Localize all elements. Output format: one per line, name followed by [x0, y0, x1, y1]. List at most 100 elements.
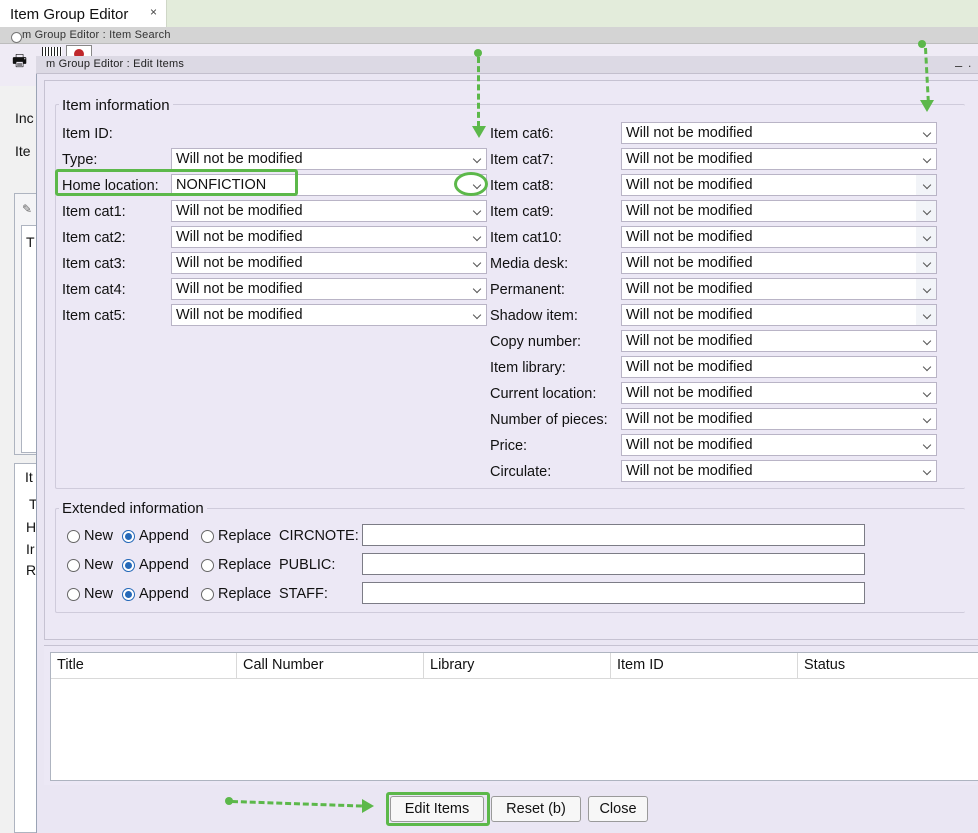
staff-new-radio[interactable] [67, 588, 80, 601]
item-cat6-select[interactable]: Will not be modified [621, 122, 937, 144]
number-of-pieces-select[interactable]: Will not be modified [621, 408, 937, 430]
chevron-down-icon[interactable] [922, 388, 932, 398]
item-cat1-value: Will not be modified [176, 203, 303, 219]
chevron-down-icon[interactable] [472, 206, 482, 216]
chevron-down-icon[interactable] [922, 362, 932, 372]
media-desk-value: Will not be modified [626, 255, 753, 271]
close-button[interactable]: Close [588, 796, 648, 822]
shadow-item-select[interactable]: Will not be modified [621, 304, 937, 326]
minimize-icon[interactable]: – [955, 58, 962, 73]
item-cat10-select[interactable]: Will not be modified [621, 226, 937, 248]
shadow-item-label: Shadow item: [490, 308, 578, 324]
background-partial-label: It [25, 469, 33, 485]
item-information-title: Item information [59, 97, 173, 114]
column-header-call-number[interactable]: Call Number [237, 653, 424, 679]
permanent-select[interactable]: Will not be modified [621, 278, 937, 300]
staff-append-label[interactable]: Append [139, 585, 189, 603]
public-replace-label[interactable]: Replace [218, 556, 271, 574]
circulate-select[interactable]: Will not be modified [621, 460, 937, 482]
item-cat8-value: Will not be modified [626, 177, 753, 193]
public-new-radio[interactable] [67, 559, 80, 572]
circulate-value: Will not be modified [626, 463, 753, 479]
item-cat8-label: Item cat8: [490, 178, 554, 194]
item-id-label: Item ID: [62, 126, 113, 142]
type-value: Will not be modified [176, 151, 303, 167]
dialog-title: m Group Editor : Edit Items [46, 58, 185, 70]
circnote-input[interactable] [362, 524, 865, 546]
public-append-radio[interactable] [122, 559, 135, 572]
circnote-append-radio[interactable] [122, 530, 135, 543]
background-window-title: m Group Editor : Item Search [22, 29, 171, 41]
price-value: Will not be modified [626, 437, 753, 453]
public-append-label[interactable]: Append [139, 556, 189, 574]
column-header-title[interactable]: Title [51, 653, 237, 679]
chevron-down-icon[interactable] [472, 284, 482, 294]
item-cat1-select[interactable]: Will not be modified [171, 200, 487, 222]
circnote-replace-label[interactable]: Replace [218, 527, 271, 545]
column-header-status[interactable]: Status [798, 653, 978, 679]
copy-number-value: Will not be modified [626, 333, 753, 349]
item-cat4-select[interactable]: Will not be modified [171, 278, 487, 300]
item-cat9-value: Will not be modified [626, 203, 753, 219]
annotation-dot [474, 49, 482, 57]
annotation-arrow-down [472, 126, 486, 138]
item-cat2-label: Item cat2: [62, 230, 126, 246]
staff-input[interactable] [362, 582, 865, 604]
staff-append-radio[interactable] [122, 588, 135, 601]
chevron-down-icon[interactable] [472, 310, 482, 320]
item-cat7-value: Will not be modified [626, 151, 753, 167]
item-cat8-select[interactable]: Will not be modified [621, 174, 937, 196]
circnote-new-radio[interactable] [67, 530, 80, 543]
annotation-dot [918, 40, 926, 48]
item-cat2-select[interactable]: Will not be modified [171, 226, 487, 248]
chevron-down-icon[interactable] [922, 128, 932, 138]
tab-close-icon[interactable]: × [150, 5, 157, 19]
window-dot-icon[interactable]: . [968, 56, 971, 70]
media-desk-select[interactable]: Will not be modified [621, 252, 937, 274]
number-of-pieces-label: Number of pieces: [490, 412, 608, 428]
item-library-select[interactable]: Will not be modified [621, 356, 937, 378]
item-cat3-label: Item cat3: [62, 256, 126, 272]
item-library-value: Will not be modified [626, 359, 753, 375]
staff-replace-radio[interactable] [201, 588, 214, 601]
chevron-down-icon[interactable] [922, 414, 932, 424]
circnote-new-label[interactable]: New [84, 527, 113, 545]
item-cat5-select[interactable]: Will not be modified [171, 304, 487, 326]
print-icon[interactable]: 🖶 [12, 50, 27, 77]
edit-items-highlight [386, 792, 490, 826]
item-cat10-value: Will not be modified [626, 229, 753, 245]
circnote-append-label[interactable]: Append [139, 527, 189, 545]
edit-icon[interactable]: ✎ [22, 202, 32, 216]
public-field-label: PUBLIC: [279, 557, 336, 573]
item-cat9-select[interactable]: Will not be modified [621, 200, 937, 222]
chevron-down-icon[interactable] [922, 466, 932, 476]
staff-replace-label[interactable]: Replace [218, 585, 271, 603]
item-cat3-select[interactable]: Will not be modified [171, 252, 487, 274]
copy-number-label: Copy number: [490, 334, 582, 350]
staff-new-label[interactable]: New [84, 585, 113, 603]
item-library-label: Item library: [490, 360, 566, 376]
column-header-item-id[interactable]: Item ID [611, 653, 798, 679]
tab-item-group-editor[interactable]: Item Group Editor × [0, 0, 167, 28]
annotation-arrow-right [362, 799, 374, 813]
chevron-down-icon[interactable] [922, 336, 932, 346]
chevron-down-icon[interactable] [472, 258, 482, 268]
copy-number-select[interactable]: Will not be modified [621, 330, 937, 352]
type-select[interactable]: Will not be modified [171, 148, 487, 170]
chevron-down-icon[interactable] [472, 154, 482, 164]
public-new-label[interactable]: New [84, 556, 113, 574]
chevron-down-icon[interactable] [922, 440, 932, 450]
column-header-library[interactable]: Library [424, 653, 611, 679]
circnote-replace-radio[interactable] [201, 530, 214, 543]
public-replace-radio[interactable] [201, 559, 214, 572]
reset-button[interactable]: Reset (b) [491, 796, 581, 822]
dropdown-highlight-circle [454, 172, 488, 196]
chevron-down-icon[interactable] [472, 232, 482, 242]
item-cat7-select[interactable]: Will not be modified [621, 148, 937, 170]
price-select[interactable]: Will not be modified [621, 434, 937, 456]
window-menu-icon[interactable] [11, 32, 22, 43]
chevron-down-icon[interactable] [922, 154, 932, 164]
current-location-select[interactable]: Will not be modified [621, 382, 937, 404]
public-input[interactable] [362, 553, 865, 575]
item-cat5-label: Item cat5: [62, 308, 126, 324]
